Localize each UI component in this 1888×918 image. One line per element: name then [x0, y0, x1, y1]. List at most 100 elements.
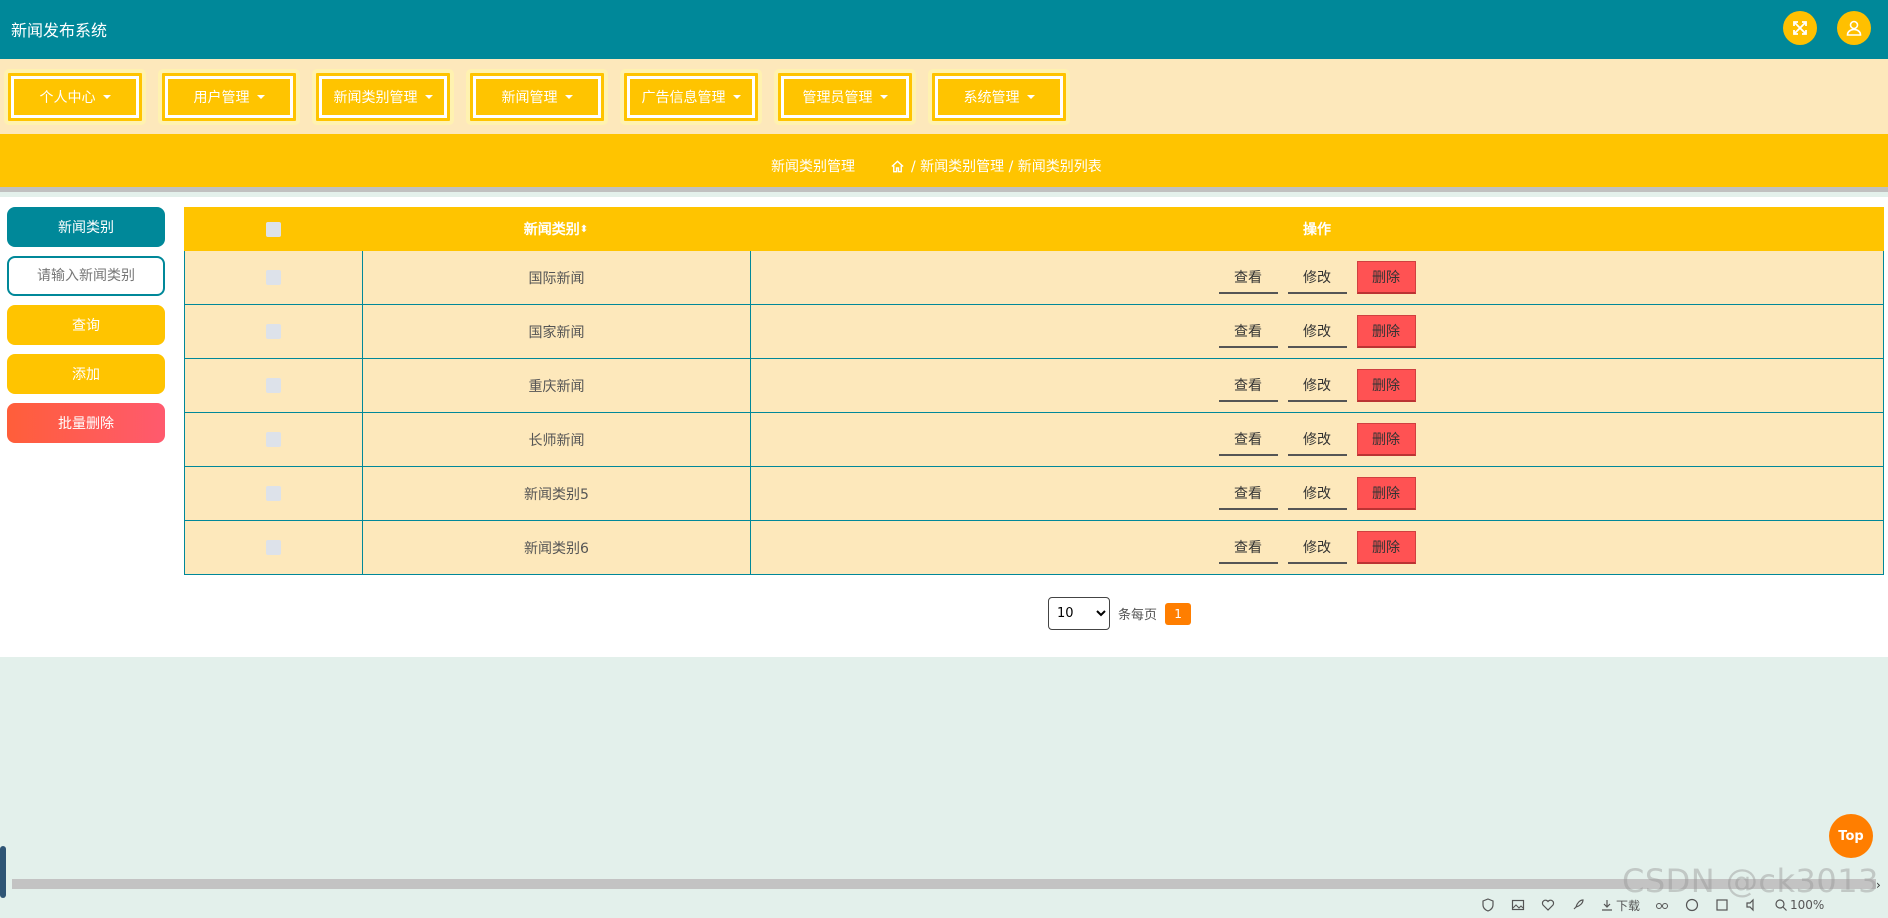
page-title: 新闻类别管理 [771, 159, 855, 175]
edit-button[interactable]: 修改 [1287, 261, 1347, 294]
nav-label: 系统管理 [963, 90, 1020, 106]
edit-button[interactable]: 修改 [1287, 369, 1347, 402]
delete-button[interactable]: 删除 [1356, 531, 1416, 564]
browser-icon[interactable] [1684, 897, 1700, 913]
nav-label: 广告信息管理 [641, 90, 726, 106]
edit-button[interactable]: 修改 [1287, 477, 1347, 510]
action-cell: 查看 修改 删除 [751, 251, 1883, 304]
edit-button[interactable]: 修改 [1287, 531, 1347, 564]
caret-down-icon [564, 95, 573, 99]
row-checkbox[interactable] [266, 540, 281, 555]
fullscreen-button[interactable] [1783, 11, 1817, 45]
category-cell: 重庆新闻 [363, 359, 751, 412]
breadcrumb-bar: 新闻类别管理 / 新闻类别管理 / 新闻类别列表 [0, 134, 1888, 192]
query-button[interactable]: 查询 [7, 305, 165, 345]
caret-down-icon [1026, 95, 1035, 99]
select-all-cell [184, 207, 362, 251]
category-table: 新闻类别 ⬍ 操作 国际新闻 查看 修改 删除 国家新闻 查看 修改 删除 重庆新… [184, 207, 1884, 575]
nav-item-admin-management[interactable]: 管理员管理 [774, 69, 916, 125]
delete-button[interactable]: 删除 [1356, 315, 1416, 348]
filter-label: 新闻类别 [7, 207, 165, 247]
glasses-icon[interactable] [1654, 897, 1670, 913]
category-cell: 国际新闻 [363, 251, 751, 304]
back-to-top-button[interactable]: Top [1829, 814, 1873, 858]
category-search-input[interactable] [7, 256, 165, 296]
download-icon [1602, 900, 1612, 911]
sort-icon[interactable]: ⬍ [580, 224, 588, 235]
page-size-select[interactable]: 10 [1048, 597, 1110, 630]
view-button[interactable]: 查看 [1218, 261, 1278, 294]
table-row: 新闻类别5 查看 修改 删除 [184, 467, 1884, 521]
app-title: 新闻发布系统 [11, 21, 108, 40]
view-button[interactable]: 查看 [1218, 423, 1278, 456]
window-icon[interactable] [1714, 897, 1730, 913]
zoom-icon [1775, 899, 1787, 911]
view-button[interactable]: 查看 [1218, 477, 1278, 510]
row-select-cell [185, 413, 363, 466]
row-select-cell [185, 305, 363, 358]
image-icon[interactable] [1510, 897, 1526, 913]
view-button[interactable]: 查看 [1218, 369, 1278, 402]
delete-button[interactable]: 删除 [1356, 423, 1416, 456]
nav-label: 用户管理 [193, 90, 250, 106]
main-content: 新闻类别 查询 添加 批量删除 新闻类别⬍ 操作 国际新闻 查看 修改 删除 国… [0, 197, 1888, 657]
download-label: 下载 [1616, 898, 1641, 913]
delete-button[interactable]: 删除 [1356, 261, 1416, 294]
pagination: 10 条每页 1 [1048, 597, 1192, 630]
delete-button[interactable]: 删除 [1356, 369, 1416, 402]
nav-item-user-management[interactable]: 用户管理 [158, 69, 300, 125]
shield-icon[interactable] [1480, 897, 1496, 913]
row-select-cell [185, 359, 363, 412]
row-checkbox[interactable] [266, 324, 281, 339]
user-icon [1846, 20, 1862, 36]
health-icon[interactable] [1540, 897, 1556, 913]
add-button[interactable]: 添加 [7, 354, 165, 394]
home-icon[interactable] [890, 159, 905, 174]
action-cell: 查看 修改 删除 [751, 467, 1883, 520]
table-row: 国家新闻 查看 修改 删除 [184, 305, 1884, 359]
user-button[interactable] [1837, 11, 1871, 45]
per-page-label: 条每页 [1118, 608, 1158, 623]
row-checkbox[interactable] [266, 486, 281, 501]
category-column-header[interactable]: 新闻类别 ⬍ [362, 207, 750, 251]
nav-item-news-management[interactable]: 新闻管理 [466, 69, 608, 125]
horizontal-scrollbar[interactable] [12, 879, 1876, 889]
select-all-checkbox[interactable] [265, 221, 281, 237]
page-number[interactable]: 1 [1165, 602, 1192, 625]
nav-label: 新闻管理 [501, 90, 558, 106]
batch-delete-button[interactable]: 批量删除 [7, 403, 165, 443]
row-checkbox[interactable] [266, 432, 281, 447]
breadcrumb: / 新闻类别管理 / 新闻类别列表 [890, 156, 1102, 176]
action-cell: 查看 修改 删除 [751, 521, 1883, 574]
vertical-scroll-thumb[interactable] [0, 846, 6, 898]
row-select-cell [185, 251, 363, 304]
rocket-icon[interactable] [1570, 897, 1586, 913]
edit-button[interactable]: 修改 [1287, 423, 1347, 456]
nav-label: 新闻类别管理 [333, 90, 418, 106]
zoom-button[interactable]: 100% [1774, 898, 1824, 912]
row-checkbox[interactable] [266, 270, 281, 285]
speaker-icon[interactable] [1744, 897, 1760, 913]
nav-item-ad-management[interactable]: 广告信息管理 [620, 69, 762, 125]
view-button[interactable]: 查看 [1218, 315, 1278, 348]
edit-button[interactable]: 修改 [1287, 315, 1347, 348]
category-cell: 国家新闻 [363, 305, 751, 358]
table-row: 重庆新闻 查看 修改 删除 [184, 359, 1884, 413]
nav-label: 个人中心 [39, 90, 96, 106]
nav-item-system-management[interactable]: 系统管理 [928, 69, 1070, 125]
download-button[interactable]: 下载 [1600, 897, 1640, 914]
delete-button[interactable]: 删除 [1356, 477, 1416, 510]
nav-item-category-management[interactable]: 新闻类别管理 [312, 69, 454, 125]
caret-down-icon [102, 95, 111, 99]
breadcrumb-path[interactable]: / 新闻类别管理 / 新闻类别列表 [911, 156, 1102, 176]
caret-down-icon [256, 95, 265, 99]
nav-item-personal-center[interactable]: 个人中心 [4, 69, 146, 125]
row-checkbox[interactable] [266, 378, 281, 393]
table-row: 新闻类别6 查看 修改 删除 [184, 521, 1884, 575]
nav-label: 管理员管理 [802, 90, 873, 106]
caret-down-icon [424, 95, 433, 99]
caret-down-icon [879, 95, 888, 99]
action-cell: 查看 修改 删除 [751, 305, 1883, 358]
category-cell: 长师新闻 [363, 413, 751, 466]
view-button[interactable]: 查看 [1218, 531, 1278, 564]
